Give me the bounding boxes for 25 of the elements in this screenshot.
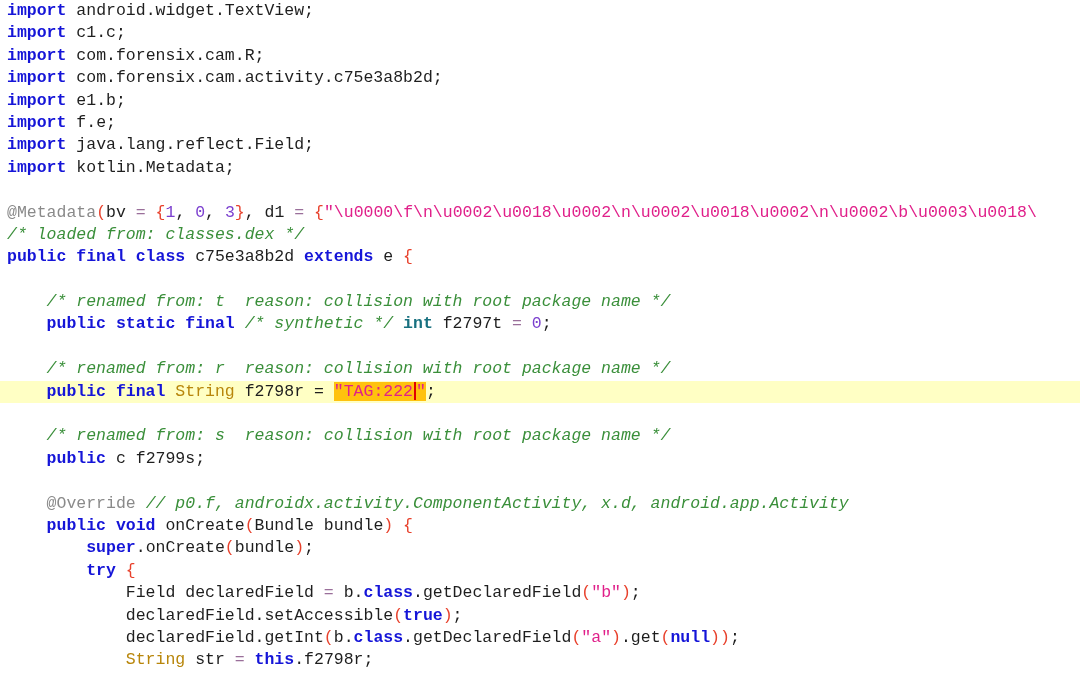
code-line: @Override // p0.f, androidx.activity.ComponentActivity, x.d, android.app.Activity xyxy=(45,492,849,515)
code-line: public final String f2798r = "TAG:222 "; xyxy=(45,380,436,403)
code-line: public static final /* synthetic */ int f2797t = 0; xyxy=(45,313,552,336)
code-line: import com.forensix.cam.activity.c75e3a8b2d; xyxy=(7,67,443,90)
code-line: public void onCreate(Bundle bundle) { xyxy=(45,515,413,537)
code-line: import com.forensix.cam.R; xyxy=(7,44,265,67)
code-line: public c f2799s; xyxy=(45,447,206,470)
code-line: try { xyxy=(85,559,136,582)
code-line: /* loaded from: classes.dex */ xyxy=(7,223,305,246)
code-line: import kotlin.Metadata; xyxy=(7,156,235,179)
code-line: import android.widget.TextView; xyxy=(7,0,314,22)
code-line: /* renamed from: s reason: collision with root package name */ xyxy=(45,425,671,448)
code-line: public final class c75e3a8b2d extends e { xyxy=(7,246,413,269)
code-line: import e1.b; xyxy=(7,89,126,112)
code-line: /* renamed from: r reason: collision with root package name */ xyxy=(45,358,671,381)
code-line: String str = this.f2798r; xyxy=(124,649,374,672)
code-line: declaredField.setAccessible(true); xyxy=(124,604,463,627)
code-line: import java.lang.reflect.Field; xyxy=(7,134,314,157)
code-line: import f.e; xyxy=(7,111,116,134)
code-line: import c1.c; xyxy=(7,22,126,45)
code-line: /* renamed from: t reason: collision with root package name */ xyxy=(45,291,671,314)
code-line: declaredField.getInt(b.class.getDeclaredField("a").get(null)); xyxy=(124,626,740,649)
code-line: @Metadata(bv = {1, 0, 3}, d1 = {"\u0000\f\n\u0002\u0018\u0002\n\u0002\u0018\u0002\n\u0002\b\u0003\u0018\ xyxy=(7,201,1037,224)
code-line: Field declaredField = b.class.getDeclaredField("b"); xyxy=(124,582,641,605)
code-line: super.onCreate(bundle); xyxy=(85,537,314,560)
